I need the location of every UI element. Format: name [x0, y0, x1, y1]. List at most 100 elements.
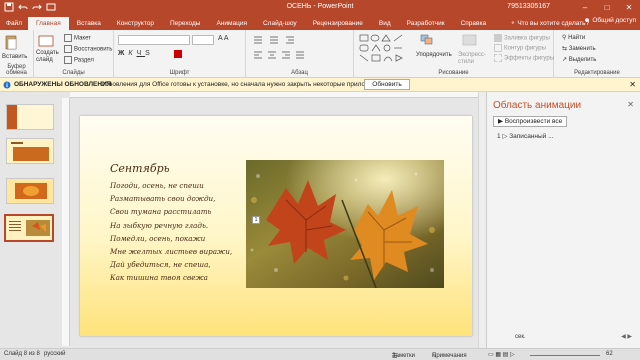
animation-order-tag[interactable]: 1: [252, 216, 260, 224]
tab-help[interactable]: Справка: [453, 17, 495, 30]
shape-effects-button[interactable]: Эффекты фигуры: [494, 54, 554, 62]
slide-thumbnail[interactable]: [6, 138, 54, 164]
tab-animations[interactable]: Анимация: [208, 17, 255, 30]
close-button[interactable]: ✕: [618, 0, 640, 16]
paste-button[interactable]: [4, 34, 18, 52]
minimize-button[interactable]: –: [574, 0, 596, 16]
tab-file[interactable]: Файл: [0, 17, 28, 30]
reset-button[interactable]: Восстановить: [64, 45, 112, 53]
find-button[interactable]: ⚲ Найти: [562, 34, 585, 41]
list-icons: [254, 36, 294, 44]
slide-thumbnail[interactable]: [6, 178, 54, 204]
list-buttons[interactable]: [252, 35, 348, 47]
pane-nav-arrows[interactable]: ◀ ▶: [621, 333, 632, 340]
tab-view[interactable]: Вид: [371, 17, 399, 30]
current-slide[interactable]: Сентябрь Погоди, осень, не спеши Разматы…: [80, 116, 472, 336]
tell-me-text: Что вы хотите сделать?: [517, 20, 590, 27]
tab-developer[interactable]: Разработчик: [399, 17, 453, 30]
replace-icon: ⇆: [562, 46, 569, 52]
zoom-slider[interactable]: [530, 355, 600, 356]
layout-button[interactable]: Макет: [64, 34, 91, 42]
tab-insert[interactable]: Вставка: [69, 17, 109, 30]
slide-canvas: Сентябрь Погоди, осень, не спеши Разматы…: [70, 98, 478, 346]
autumn-leaves-image: [246, 160, 444, 288]
view-buttons[interactable]: ▭ ▦ ▤ ▷: [488, 351, 515, 358]
express-styles-label: Экспресс-стили: [458, 52, 486, 65]
animation-pane-title: Область анимации: [493, 100, 582, 111]
slide-thumbnail[interactable]: [6, 104, 54, 130]
share-button[interactable]: ☻ Общий доступ: [584, 17, 636, 24]
tab-design[interactable]: Конструктор: [109, 17, 162, 30]
editing-group-label: Редактирование: [574, 70, 620, 76]
ribbon: Вставить Буфер обмена Создать слайд Маке…: [0, 30, 640, 78]
play-all-button[interactable]: ▶ Воспроизвести все: [493, 116, 568, 127]
reset-label: Восстановить: [74, 46, 113, 53]
select-icon: ↗: [562, 57, 569, 63]
tab-transitions[interactable]: Переходы: [162, 17, 209, 30]
shapes-icon: [359, 34, 403, 62]
fill-icon: [494, 34, 502, 42]
tab-home[interactable]: Главная: [27, 17, 69, 30]
animation-pane: Область анимации ✕ ▶ Воспроизвести все 1…: [486, 92, 640, 348]
zoom-level[interactable]: 62: [606, 351, 613, 357]
slide-counter: Слайд 8 из 8: [4, 351, 40, 357]
user-account[interactable]: 79513305167: [507, 3, 550, 10]
replace-button[interactable]: ⇆ Заменить: [562, 45, 596, 52]
section-button[interactable]: Раздел: [64, 56, 94, 64]
shape-fill-button[interactable]: Заливка фигуры: [494, 34, 550, 42]
section-icon: [64, 56, 72, 64]
express-styles-button[interactable]: [462, 34, 478, 48]
select-button[interactable]: ↗ Выделить: [562, 56, 596, 63]
new-slide-icon: [38, 35, 54, 47]
font-color-icon[interactable]: [174, 50, 182, 58]
seconds-label: сек.: [515, 334, 526, 340]
replace-label: Заменить: [568, 46, 596, 52]
new-slide-button[interactable]: [38, 34, 54, 50]
poem-line: Как тишина твоя свежа: [110, 273, 208, 283]
group-clipboard: Вставить Буфер обмена: [0, 30, 34, 78]
notice-title: ОБНАРУЖЕНЫ ОБНОВЛЕНИЯ: [14, 81, 112, 88]
font-name-box[interactable]: [118, 35, 190, 45]
arrange-button[interactable]: [420, 34, 434, 48]
notice-close-icon[interactable]: ✕: [629, 80, 636, 89]
shape-outline-button[interactable]: Контур фигуры: [494, 44, 546, 52]
group-font: A A ЖКЧS Шрифт: [114, 30, 246, 78]
language-indicator[interactable]: русский: [44, 351, 66, 357]
paste-icon: [5, 35, 17, 50]
paste-label: Вставить: [2, 54, 28, 60]
express-styles-icon: [462, 34, 477, 46]
layout-label: Макет: [74, 35, 91, 42]
update-button[interactable]: Обновить: [364, 79, 410, 90]
animation-item[interactable]: 1 ▷ Записанный ...: [497, 132, 554, 140]
info-icon: [3, 81, 11, 89]
notes-label: Заметки: [392, 353, 415, 359]
font-grow-shrink[interactable]: A A: [218, 35, 229, 42]
vertical-scrollbar[interactable]: [478, 92, 486, 348]
reset-icon: [64, 45, 72, 53]
thumbnail-image: [7, 105, 53, 129]
find-label: Найти: [568, 35, 586, 41]
align-buttons[interactable]: [252, 50, 348, 62]
font-size-box[interactable]: [192, 35, 214, 45]
tab-review[interactable]: Рецензирование: [305, 17, 371, 30]
maximize-button[interactable]: □: [596, 0, 618, 16]
shape-effects-label: Эффекты фигуры: [504, 55, 555, 62]
group-paragraph: Абзац: [246, 30, 354, 78]
font-format-buttons[interactable]: ЖКЧS: [118, 50, 154, 57]
poem-line: Погоди, осень, не спеши: [110, 181, 204, 190]
outline-icon: [494, 44, 502, 52]
poem-line: На зыбкую речную гладь.: [110, 220, 209, 230]
tab-slideshow[interactable]: Слайд-шоу: [255, 17, 305, 30]
slide-thumbnail-selected[interactable]: [4, 214, 54, 242]
slides-group-label: Слайды: [62, 70, 85, 76]
animation-item-number: 1: [497, 133, 501, 140]
play-all-label: Воспроизвести все: [504, 118, 563, 125]
arrange-icon: [420, 34, 433, 45]
shapes-gallery[interactable]: [358, 33, 414, 65]
poem-text-box[interactable]: Сентябрь Погоди, осень, не спеши Разматы…: [110, 162, 232, 285]
window-controls: – □ ✕: [574, 0, 640, 16]
poem-line: Свои тумана расстилать: [110, 207, 212, 217]
play-icon: ▶: [498, 118, 505, 125]
autumn-leaves-photo[interactable]: 1: [246, 160, 444, 288]
pane-close-icon[interactable]: ✕: [627, 100, 634, 109]
